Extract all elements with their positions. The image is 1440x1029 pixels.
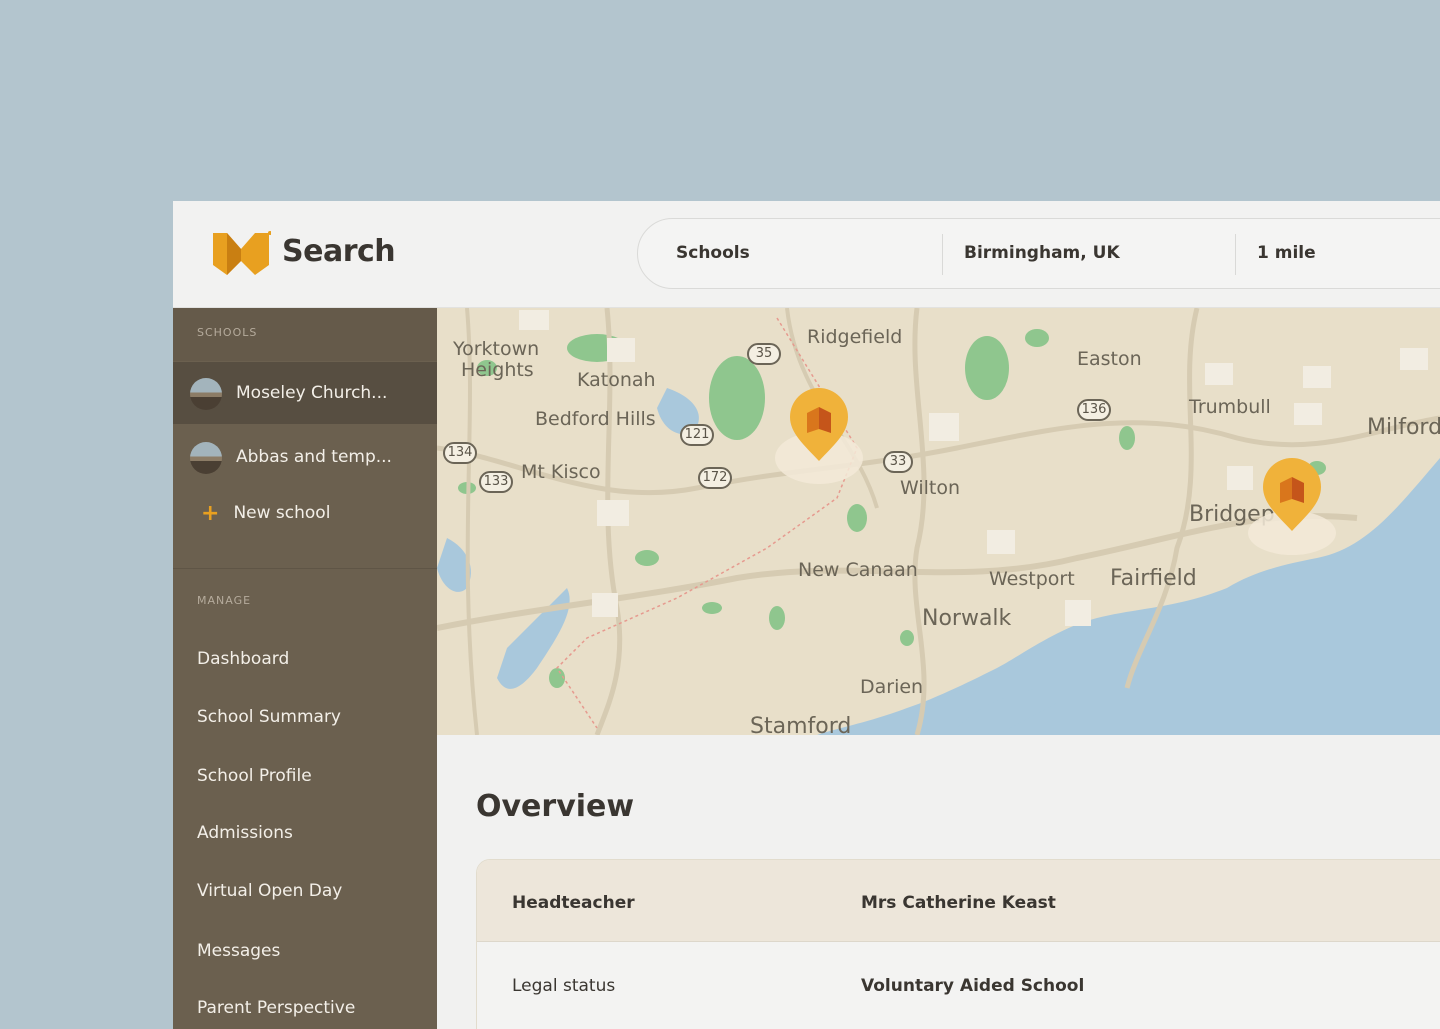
overview-card: Headteacher Mrs Catherine Keast Legal st… [476, 859, 1440, 1029]
sidebar-school-moseley[interactable]: Moseley Church... [173, 362, 437, 424]
sidebar-school-abbas[interactable]: Abbas and temp... [173, 426, 437, 488]
map-label: Trumbull [1189, 396, 1271, 418]
route-shield: 136 [1077, 399, 1111, 421]
radius-field[interactable]: 1 mile [1257, 243, 1316, 263]
nav-parent-perspective[interactable]: Parent Perspective [197, 998, 355, 1018]
route-shield: 35 [747, 343, 781, 365]
map-label: Wilton [900, 477, 961, 499]
row-label: Headteacher [512, 893, 635, 913]
map-label: Fairfield [1110, 566, 1197, 591]
map-label: Milford [1367, 415, 1440, 440]
map-label: Easton [1077, 348, 1142, 370]
table-row: Legal status Voluntary Aided School [477, 943, 1440, 1029]
map-label: Ridgefield [807, 326, 903, 348]
map-label: Stamford [750, 714, 852, 735]
avatar [190, 442, 222, 474]
nav-school-summary[interactable]: School Summary [197, 707, 341, 727]
m-shield-logo-icon [213, 231, 271, 275]
map[interactable]: Yorktown Heights Katonah Bedford Hills M… [437, 308, 1440, 735]
top-bar: Search Schools Birmingham, UK 1 mile [173, 201, 1440, 308]
plus-icon: + [201, 501, 220, 526]
school-name: Moseley Church... [236, 383, 388, 403]
map-label: Heights [461, 359, 534, 381]
row-label: Legal status [512, 976, 616, 996]
search-bar[interactable]: Schools Birmingham, UK 1 mile [637, 218, 1440, 289]
map-label: Bedford Hills [535, 408, 656, 430]
school-name: Abbas and temp... [236, 447, 392, 467]
nav-dashboard[interactable]: Dashboard [197, 649, 289, 669]
row-value: Voluntary Aided School [861, 976, 1085, 996]
nav-school-profile[interactable]: School Profile [197, 766, 312, 786]
app-window: Search Schools Birmingham, UK 1 mile SCH… [173, 201, 1440, 1029]
overview-section: Overview Headteacher Mrs Catherine Keast… [437, 735, 1440, 1029]
route-shield: 134 [443, 442, 477, 464]
new-school-button[interactable]: + New school [201, 501, 330, 526]
map-label: Katonah [577, 369, 656, 391]
nav-virtual-open-day[interactable]: Virtual Open Day [197, 881, 342, 901]
manage-heading: MANAGE [197, 594, 252, 607]
school-type-field[interactable]: Schools [676, 243, 750, 263]
search-divider [942, 234, 943, 275]
new-school-label: New school [233, 503, 331, 523]
route-shield: 121 [680, 424, 714, 446]
map-label: Yorktown [453, 338, 540, 360]
page-title: Overview [476, 789, 635, 824]
nav-admissions[interactable]: Admissions [197, 823, 293, 843]
school-map-pin-icon[interactable] [1247, 453, 1337, 563]
location-field[interactable]: Birmingham, UK [964, 243, 1120, 263]
map-label: Darien [860, 676, 924, 698]
route-shield: 33 [883, 451, 913, 473]
map-label: Norwalk [922, 606, 1012, 631]
schools-heading: SCHOOLS [173, 308, 437, 361]
brand-name: Search [282, 234, 396, 269]
sidebar-divider [173, 568, 437, 569]
search-divider [1235, 234, 1236, 275]
map-label: Westport [989, 568, 1075, 590]
map-label: New Canaan [798, 559, 918, 581]
route-shield: 133 [479, 471, 513, 493]
nav-messages[interactable]: Messages [197, 941, 280, 961]
route-shield: 172 [698, 467, 732, 489]
row-value: Mrs Catherine Keast [861, 893, 1056, 913]
avatar [190, 378, 222, 410]
table-row: Headteacher Mrs Catherine Keast [477, 860, 1440, 942]
school-map-pin-icon[interactable] [774, 383, 864, 493]
sidebar: SCHOOLS Moseley Church... Abbas and temp… [173, 308, 437, 1029]
map-label: Mt Kisco [521, 461, 601, 483]
